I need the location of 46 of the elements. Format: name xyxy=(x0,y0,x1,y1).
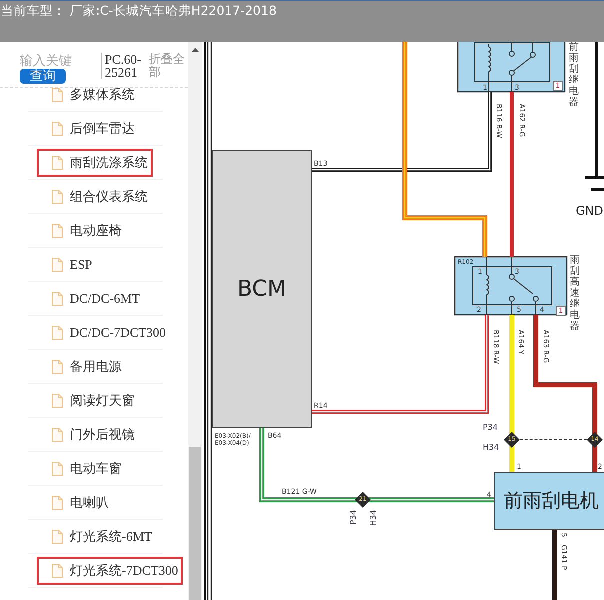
search-button[interactable]: 查询 xyxy=(20,69,66,84)
vehicle-title-bar: 当前车型： 厂家:C-长城汽车哈弗H22017-2018 xyxy=(0,0,604,42)
tree-item[interactable]: 灯光系统-7DCT300 xyxy=(37,556,184,584)
scroll-up-arrow-icon[interactable] xyxy=(192,48,198,52)
tree-item[interactable]: ESP xyxy=(37,250,98,278)
document-icon xyxy=(52,292,63,306)
document-icon xyxy=(52,462,63,476)
tree-item[interactable]: 雨刮洗涤系统 xyxy=(37,148,153,176)
relay-name: 前雨刮继电器 xyxy=(569,42,579,108)
document-icon xyxy=(52,224,63,238)
connector-link-line xyxy=(520,439,587,440)
tree-item[interactable]: 阅读灯天窗 xyxy=(37,386,140,414)
document-icon xyxy=(52,326,63,340)
document-icon xyxy=(52,156,63,170)
connector-code: P34 xyxy=(483,423,498,432)
scrollbar[interactable] xyxy=(188,42,202,600)
tree-item[interactable]: 后倒车雷达 xyxy=(37,114,140,142)
document-icon xyxy=(52,258,63,272)
tree-item[interactable]: DC/DC-7DCT300 xyxy=(37,318,172,346)
tree-item[interactable]: 备用电源 xyxy=(37,352,127,380)
document-icon xyxy=(52,394,63,408)
document-icon xyxy=(52,564,63,578)
tree-item[interactable]: 门外后视镜 xyxy=(37,420,140,448)
document-icon xyxy=(52,496,63,510)
ground-label: GND xyxy=(576,204,604,218)
document-icon xyxy=(52,122,63,136)
document-icon xyxy=(52,530,63,544)
connector-code: H34 xyxy=(483,443,500,452)
tree-item[interactable]: 灯光系统-6MT xyxy=(37,522,158,550)
connector-code: H34 xyxy=(369,510,378,526)
tree-item[interactable]: 电动座椅 xyxy=(37,216,127,244)
connector-code: P34 xyxy=(349,510,358,526)
document-icon xyxy=(52,190,63,204)
tree-item[interactable]: 组合仪表系统 xyxy=(37,182,153,210)
relay-name: 雨刮高速继电器 xyxy=(570,255,580,332)
search-field[interactable]: 输入关键 xyxy=(20,53,100,69)
document-icon xyxy=(52,428,63,442)
scrollbar-thumb[interactable] xyxy=(189,447,201,600)
document-icon xyxy=(52,88,63,102)
document-icon xyxy=(52,360,63,374)
tree-item[interactable]: DC/DC-6MT xyxy=(37,284,146,312)
tree-item[interactable]: 电喇叭 xyxy=(37,488,114,516)
bcm-module: BCM xyxy=(212,150,312,428)
wiper-motor: 前雨刮电机 xyxy=(494,472,604,530)
tree-item[interactable]: 电动车窗 xyxy=(37,454,127,482)
code-field[interactable]: PC.60-25261 xyxy=(101,53,144,79)
